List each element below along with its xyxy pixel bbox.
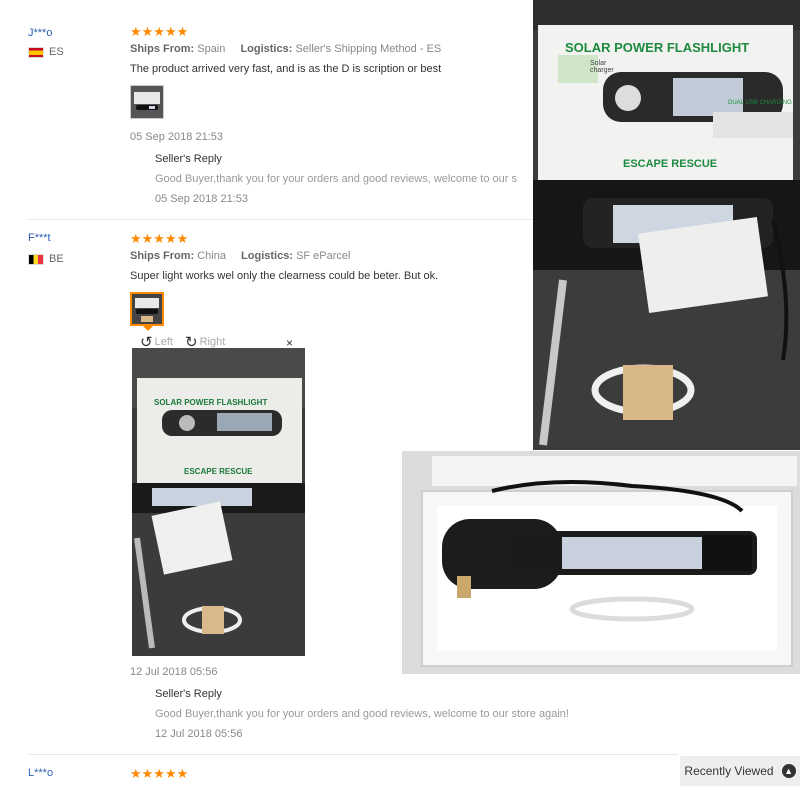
flag-es-icon bbox=[28, 46, 44, 58]
seller-reply-date: 05 Sep 2018 21:53 bbox=[155, 193, 248, 205]
ships-from-label: Ships From: bbox=[130, 250, 195, 262]
enlarged-review-photo: SOLAR POWER FLASHLIGHT ESCAPE RESCUE bbox=[132, 348, 305, 656]
review-text: Super light works wel only the clearness… bbox=[130, 270, 439, 282]
flag-be-icon bbox=[28, 253, 44, 265]
flashlight-photo bbox=[132, 348, 305, 656]
flashlight-box-photo bbox=[533, 0, 800, 450]
usb-label: DUAL USB CHARGING bbox=[728, 100, 792, 106]
seller-reply-text: Good Buyer,thank you for your orders and… bbox=[155, 708, 569, 720]
country-code: ES bbox=[49, 46, 64, 58]
logistics-label: Logistics: bbox=[240, 43, 293, 55]
review-divider bbox=[28, 219, 533, 220]
seller-reply-date: 12 Jul 2018 05:56 bbox=[155, 728, 243, 740]
logistics-value: SF eParcel bbox=[296, 250, 351, 262]
shipping-info: Ships From: Spain Logistics: Seller's Sh… bbox=[130, 43, 441, 55]
rotate-right-label: Right bbox=[199, 336, 226, 348]
reviewer-country: BE bbox=[28, 253, 64, 265]
ships-from-value: China bbox=[197, 250, 226, 262]
recently-viewed-button[interactable]: Recently Viewed ▲ bbox=[680, 756, 800, 786]
seller-reply-text: Good Buyer,thank you for your orders and… bbox=[155, 173, 517, 185]
rotate-left-label: Left bbox=[154, 336, 173, 348]
box-title: SOLAR POWER FLASHLIGHT bbox=[565, 40, 750, 55]
review-date: 05 Sep 2018 21:53 bbox=[130, 131, 223, 143]
country-code: BE bbox=[49, 253, 64, 265]
box-title: SOLAR POWER FLASHLIGHT bbox=[154, 398, 268, 407]
ships-from-label: Ships From: bbox=[130, 43, 195, 55]
review-photo-thumbnail-selected[interactable] bbox=[130, 292, 164, 326]
review-date: 12 Jul 2018 05:56 bbox=[130, 666, 218, 678]
reviewer-country: ES bbox=[28, 46, 64, 58]
rating-stars: ★★★★★ bbox=[130, 231, 189, 246]
review-text: The product arrived very fast, and is as… bbox=[130, 63, 442, 75]
review-photo-thumbnail[interactable] bbox=[130, 85, 164, 119]
reviewer-name: F***t bbox=[28, 232, 51, 244]
ships-from-value: Spain bbox=[197, 43, 226, 55]
logistics-label: Logistics: bbox=[241, 250, 293, 262]
review-divider bbox=[28, 754, 678, 755]
seller-reply-title: Seller's Reply bbox=[155, 688, 222, 700]
box-subtitle: ESCAPE RESCUE bbox=[184, 467, 253, 476]
recently-viewed-label: Recently Viewed bbox=[684, 764, 774, 778]
rating-stars: ★★★★★ bbox=[130, 24, 189, 39]
chevron-up-icon: ▲ bbox=[781, 764, 796, 778]
rating-stars: ★★★★★ bbox=[130, 766, 189, 781]
logistics-value: Seller's Shipping Method - ES bbox=[295, 43, 442, 55]
solar-label: Solar charger bbox=[590, 60, 614, 74]
flashlight-thumbnail-image bbox=[132, 294, 162, 324]
flashlight-thumbnail-image bbox=[131, 86, 163, 118]
reviewer-name: J***o bbox=[28, 27, 53, 39]
product-photo-top: SOLAR POWER FLASHLIGHT Solar charger DUA… bbox=[533, 0, 800, 450]
selected-pointer-icon bbox=[143, 326, 153, 331]
product-photo-boxed bbox=[402, 451, 800, 674]
box-subtitle: ESCAPE RESCUE bbox=[623, 158, 718, 170]
shipping-info: Ships From: China Logistics: SF eParcel bbox=[130, 250, 350, 262]
reviewer-name: L***o bbox=[28, 767, 54, 779]
seller-reply-title: Seller's Reply bbox=[155, 153, 222, 165]
flashlight-in-box-photo bbox=[402, 451, 800, 674]
